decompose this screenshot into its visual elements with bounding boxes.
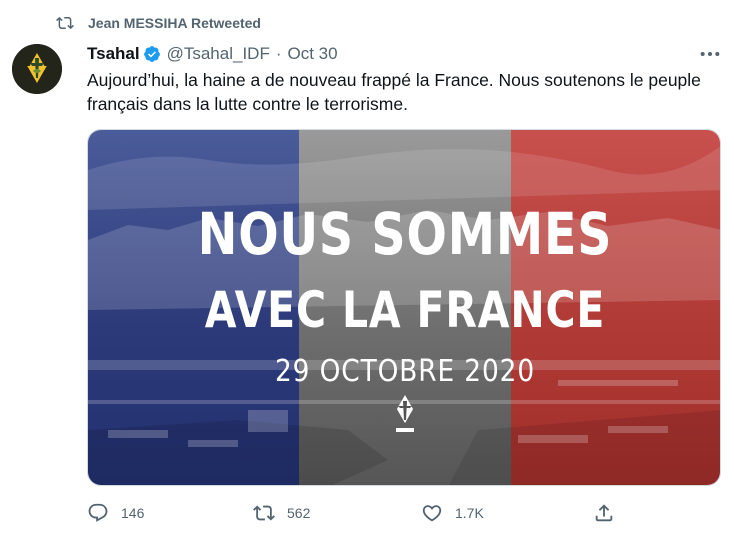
tweet-actions: 146 562 1.7K xyxy=(87,500,721,526)
more-options-button[interactable] xyxy=(697,44,723,64)
reply-icon xyxy=(88,503,108,522)
share-icon xyxy=(595,504,613,522)
idf-emblem-icon xyxy=(12,44,62,94)
more-icon xyxy=(700,51,720,57)
tweet-date[interactable]: Oct 30 xyxy=(288,44,338,64)
reply-button[interactable]: 146 xyxy=(87,500,144,526)
media-headline-line2: AVEC LA FRANCE xyxy=(204,281,606,339)
author-handle[interactable]: @Tsahal_IDF xyxy=(167,44,270,64)
verified-badge-icon xyxy=(143,46,160,62)
retweet-button[interactable]: 562 xyxy=(253,500,310,526)
media-date-line: 29 OCTOBRE 2020 xyxy=(274,354,536,389)
like-count: 1.7K xyxy=(455,505,484,521)
media-headline-line1: NOUS SOMMES xyxy=(197,200,613,268)
retweeted-by-link[interactable]: Jean MESSIHA Retweeted xyxy=(88,15,261,31)
tweet-text: Aujourd’hui, la haine a de nouveau frapp… xyxy=(87,70,701,114)
heart-icon xyxy=(422,505,442,522)
like-button[interactable]: 1.7K xyxy=(421,500,484,526)
retweet-icon xyxy=(56,16,74,30)
idf-emblem-icon xyxy=(396,395,414,432)
author-avatar[interactable] xyxy=(12,44,62,94)
retweet-count: 562 xyxy=(287,505,311,521)
retweet-context: Jean MESSIHA Retweeted xyxy=(56,12,261,34)
reply-count: 146 xyxy=(121,505,145,521)
retweet-icon xyxy=(253,505,275,521)
tweet-image[interactable]: NOUS SOMMES AVEC LA FRANCE 29 OCTOBRE 20… xyxy=(87,129,721,486)
header-separator: · xyxy=(275,44,282,63)
author-name[interactable]: Tsahal xyxy=(87,44,140,64)
tweet-header: Tsahal @Tsahal_IDF · Oct 30 xyxy=(87,42,338,66)
share-button[interactable] xyxy=(593,500,615,526)
